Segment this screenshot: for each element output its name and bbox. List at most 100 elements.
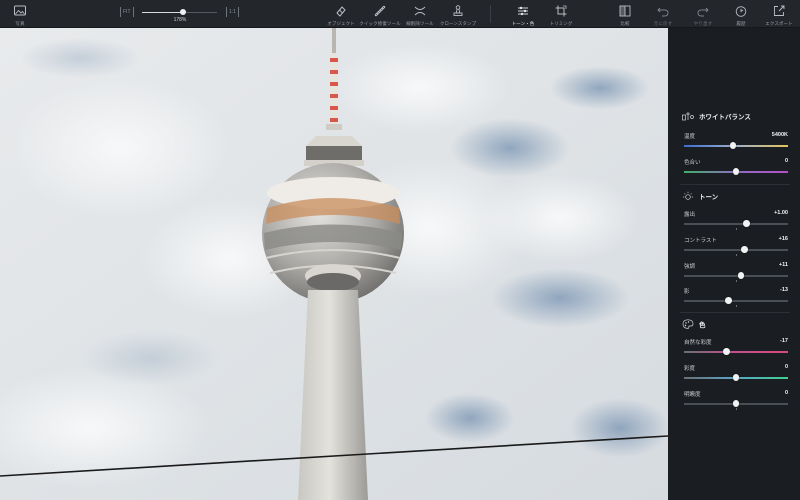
- tool-crop[interactable]: トリミング: [546, 0, 576, 28]
- slider-center-mark: [736, 228, 737, 230]
- slider-center-mark: [736, 254, 737, 256]
- tool-label: トリミング: [549, 21, 573, 26]
- slider-exposure[interactable]: 露出 +1.00: [684, 210, 788, 234]
- crop-icon: [555, 5, 567, 17]
- export-button[interactable]: エクスポート: [764, 0, 794, 28]
- white-balance-section-header: ホワイトバランス: [682, 111, 751, 121]
- object-eraser-icon: [336, 6, 346, 17]
- tool-label: クイック修復ツール: [359, 21, 401, 26]
- slider-value: 0: [784, 390, 788, 396]
- history-icon: [735, 6, 747, 17]
- adjustments-panel: ホワイトバランス 温度 5400K 色合い 0 トーン 露出 +1.00 コント…: [668, 28, 800, 500]
- tool-tone-color[interactable]: トーン・色: [508, 0, 538, 28]
- slider-shadows[interactable]: 影 -13: [684, 287, 788, 311]
- zoom-slider-knob[interactable]: [180, 9, 187, 15]
- photo-tv-tower: [0, 28, 668, 500]
- slider-label: 影: [684, 289, 690, 295]
- tool-quick-repair[interactable]: クイック修復ツール: [359, 0, 401, 28]
- line-removal-icon: [414, 6, 426, 16]
- slider-label: 強調: [684, 264, 696, 270]
- action-label: 履歴: [736, 21, 746, 26]
- slider-vibrance[interactable]: 自然な彩度 -17: [684, 338, 788, 362]
- section-title: 色: [699, 322, 706, 329]
- zoom-control: FIT 178% 1:1: [118, 0, 242, 28]
- slider-knob[interactable]: [732, 168, 740, 175]
- redo-button[interactable]: やり直す: [692, 0, 714, 28]
- slider-knob[interactable]: [737, 272, 745, 279]
- slider-label: 色合い: [684, 160, 701, 166]
- slider-value: 0: [784, 158, 788, 164]
- tone-sliders-icon: [518, 6, 528, 16]
- redo-icon: [697, 7, 709, 17]
- slider-track[interactable]: [684, 223, 788, 225]
- action-label: やり直す: [693, 21, 713, 26]
- slider-value: +1.00: [774, 210, 788, 216]
- slider-knob[interactable]: [732, 374, 740, 381]
- zoom-slider-fill: [142, 11, 184, 13]
- photo-library-icon: [14, 5, 26, 16]
- history-button[interactable]: 履歴: [730, 0, 752, 28]
- slider-label: 彩度: [684, 366, 696, 372]
- slider-contrast[interactable]: コントラスト +16: [684, 236, 788, 260]
- slider-tint[interactable]: 色合い 0: [684, 158, 788, 182]
- tool-label: トーン・色: [511, 21, 535, 26]
- slider-value: -17: [780, 338, 788, 344]
- slider-value: 5400K: [771, 132, 788, 138]
- export-icon: [774, 5, 785, 16]
- slider-value: 0: [784, 364, 788, 370]
- slider-knob[interactable]: [723, 348, 730, 355]
- slider-knob[interactable]: [732, 400, 740, 407]
- undo-icon: [657, 7, 669, 17]
- section-divider: [680, 184, 790, 185]
- slider-value: -13: [780, 287, 788, 293]
- slider-track[interactable]: [684, 249, 788, 251]
- slider-knob[interactable]: [741, 246, 748, 253]
- toolbar-separator: [490, 5, 491, 23]
- action-label: エクスポート: [765, 21, 793, 26]
- quick-repair-icon: [374, 5, 386, 17]
- photo-canvas[interactable]: [0, 28, 668, 500]
- tool-label: オブジェクト: [327, 21, 355, 26]
- action-label: 比較: [620, 21, 630, 26]
- slider-value: +16: [778, 236, 788, 242]
- palette-icon: [682, 319, 694, 329]
- slider-clarity[interactable]: 明瞭度 0: [684, 390, 788, 414]
- slider-label: 明瞭度: [684, 392, 701, 398]
- photo-editor-window: 写真 FIT 178% 1:1 オブジェクト クイック修復ツール 線削除ツール …: [0, 0, 800, 500]
- slider-temperature[interactable]: 温度 5400K: [684, 132, 788, 156]
- compare-button[interactable]: 比較: [614, 0, 636, 28]
- action-label: 元に戻す: [653, 21, 673, 26]
- sun-icon: [683, 191, 693, 200]
- slider-label: 露出: [684, 212, 696, 218]
- section-title: ホワイトバランス: [699, 114, 751, 121]
- tool-clone-stamp[interactable]: クローンスタンプ: [440, 0, 476, 28]
- slider-knob[interactable]: [743, 220, 750, 227]
- slider-center-mark: [736, 408, 737, 410]
- slider-knob[interactable]: [729, 142, 737, 149]
- zoom-value: 178%: [173, 17, 187, 23]
- zoom-fit-button[interactable]: FIT: [120, 7, 134, 17]
- white-balance-icon: [682, 112, 694, 121]
- tool-label: 線削除ツール: [406, 21, 434, 26]
- slider-center-mark: [736, 305, 737, 307]
- color-section-header: 色: [682, 319, 706, 329]
- slider-track[interactable]: [684, 351, 788, 353]
- tool-label: クローンスタンプ: [439, 21, 477, 26]
- top-toolbar: 写真 FIT 178% 1:1 オブジェクト クイック修復ツール 線削除ツール …: [0, 0, 800, 28]
- tool-line-removal[interactable]: 線削除ツール: [404, 0, 436, 28]
- slider-value: +11: [778, 262, 788, 268]
- section-divider: [680, 312, 790, 313]
- zoom-actual-size-button[interactable]: 1:1: [226, 7, 239, 17]
- photos-button[interactable]: 写真: [8, 0, 32, 28]
- slider-label: コントラスト: [684, 238, 717, 244]
- photos-label: 写真: [15, 21, 25, 26]
- slider-highlights[interactable]: 強調 +11: [684, 262, 788, 286]
- slider-track[interactable]: [684, 300, 788, 302]
- tool-object-eraser[interactable]: オブジェクト: [324, 0, 358, 28]
- slider-center-mark: [736, 280, 737, 282]
- undo-button[interactable]: 元に戻す: [652, 0, 674, 28]
- slider-label: 温度: [684, 134, 696, 140]
- slider-track[interactable]: [684, 275, 788, 277]
- slider-saturation[interactable]: 彩度 0: [684, 364, 788, 388]
- slider-knob[interactable]: [725, 297, 732, 304]
